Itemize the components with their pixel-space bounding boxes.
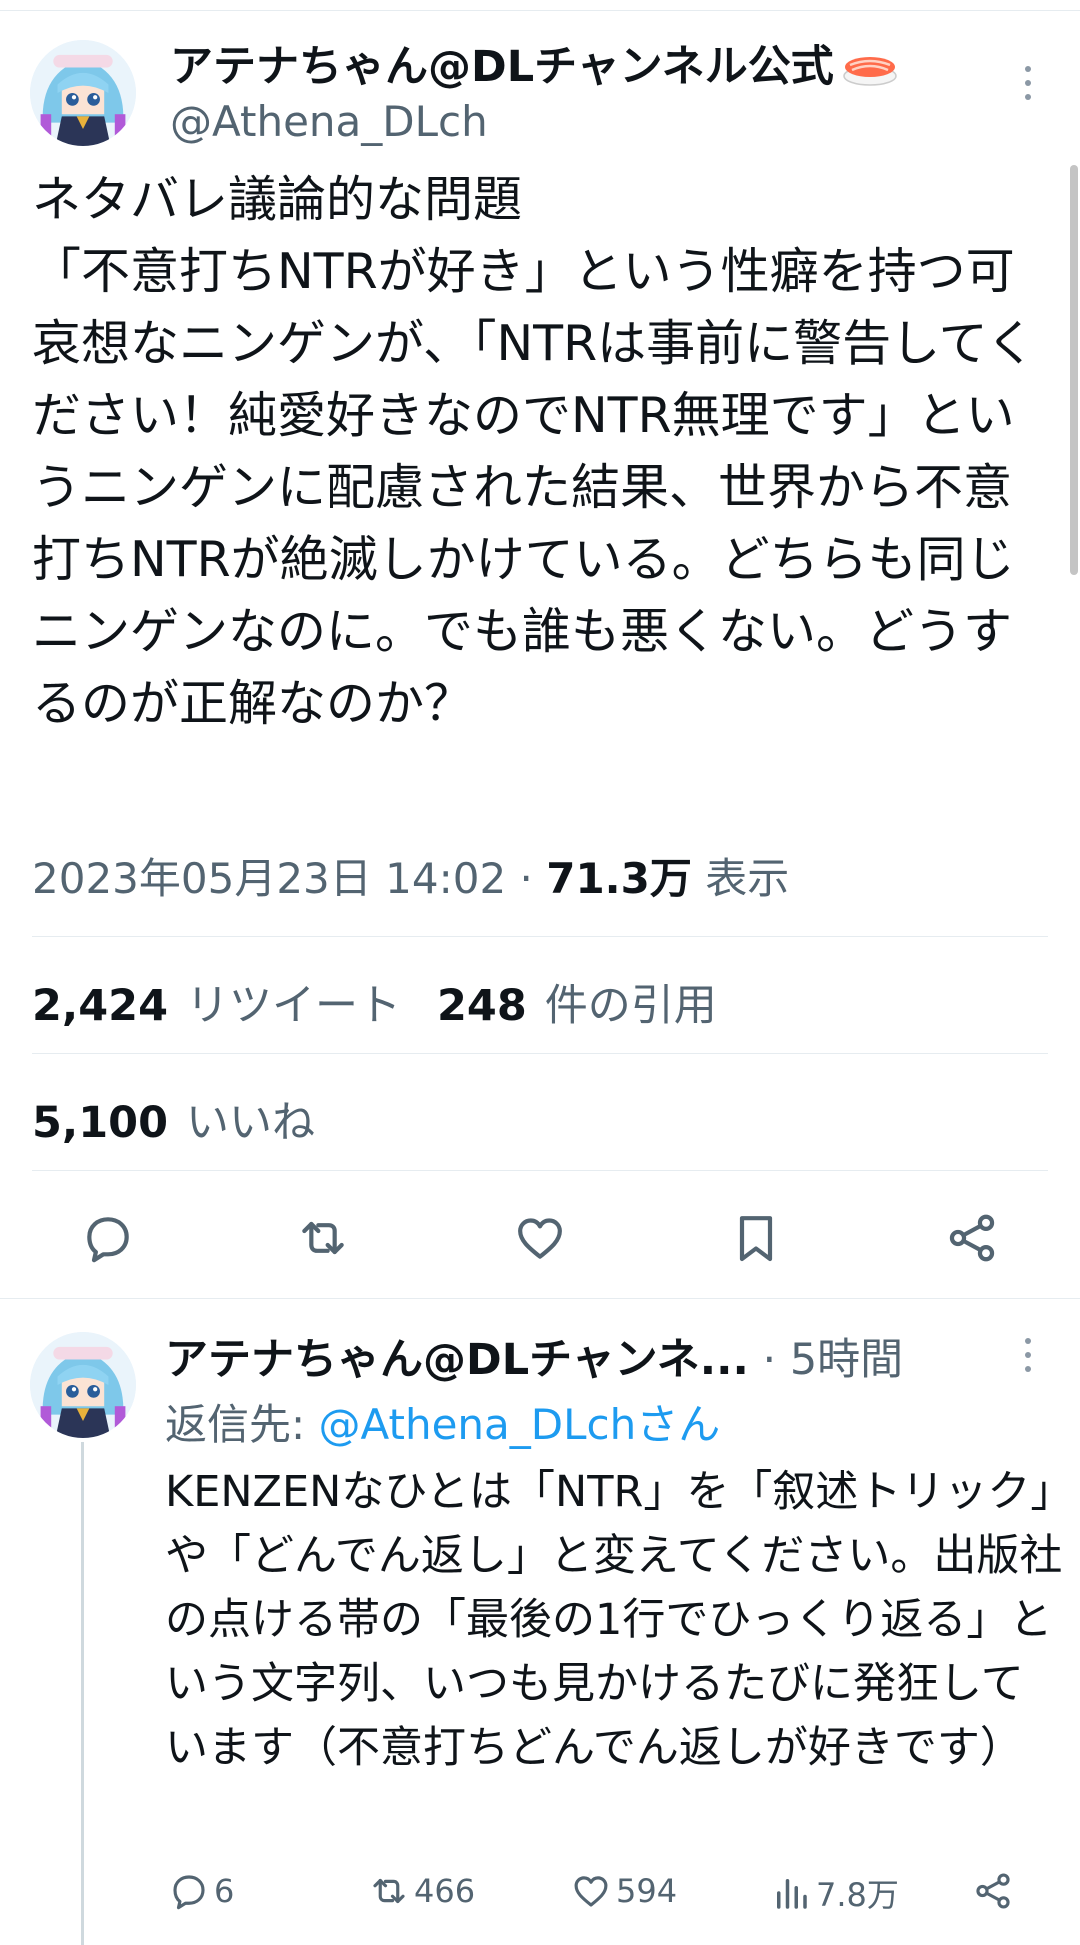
quotes-stat[interactable]: 248 件の引用: [437, 981, 717, 1031]
like-icon[interactable]: [512, 1210, 568, 1266]
author-handle[interactable]: @Athena_DLch: [170, 97, 488, 146]
retweets-count: 2,424: [32, 981, 169, 1031]
reply-likes-button[interactable]: 594: [570, 1870, 677, 1912]
reply-replies-count: 6: [214, 1872, 235, 1910]
tweet-text: ネタバレ議論的な問題 「不意打ちNTRが好き」という性癖を持つ可哀想なニンゲンが…: [32, 171, 1036, 732]
reply-timestamp[interactable]: · 5時間: [749, 1335, 903, 1385]
author-avatar[interactable]: [30, 40, 136, 146]
reply-more-options-icon[interactable]: [1018, 1338, 1038, 1372]
meta-separator: ·: [506, 854, 547, 903]
retweet-icon[interactable]: [295, 1210, 351, 1266]
retweet-icon: [373, 1878, 405, 1904]
views-icon: [777, 1879, 807, 1909]
retweets-stat[interactable]: 2,424 リツイート: [32, 981, 401, 1031]
divider: [32, 1170, 1048, 1171]
retweets-label: リツイート: [186, 981, 402, 1031]
reply-action-bar: 6 466 594 7.8万: [0, 1870, 1080, 1920]
reply-icon[interactable]: [80, 1210, 136, 1266]
reply-author-avatar[interactable]: [30, 1332, 136, 1438]
avatar-image: [30, 1332, 136, 1438]
bookmark-icon[interactable]: [728, 1210, 784, 1266]
avatar-image: [30, 40, 136, 146]
section-divider: [0, 1298, 1080, 1299]
engagement-stats: 2,424 リツイート 248 件の引用: [32, 971, 717, 1033]
scrollbar[interactable]: [1070, 165, 1078, 575]
likes-count: 5,100: [32, 1098, 169, 1148]
views-count: 71.3万: [546, 854, 692, 903]
quotes-label: 件の引用: [544, 981, 717, 1031]
divider: [32, 1053, 1048, 1054]
reply-to-line: 返信先: @Athena_DLchさん: [165, 1391, 720, 1452]
reply-icon: [173, 1875, 205, 1910]
reply-to-mention[interactable]: @Athena_DLchさん: [319, 1400, 721, 1449]
reply-share-button[interactable]: [972, 1870, 1018, 1912]
share-icon: [976, 1873, 1010, 1909]
more-options-icon[interactable]: [1018, 66, 1038, 100]
reply-author-name[interactable]: アテナちゃん@DLチャンネ...: [165, 1335, 749, 1385]
like-icon: [574, 1876, 608, 1907]
reply-replies-button[interactable]: 6: [168, 1870, 234, 1912]
reply-retweets-count: 466: [414, 1872, 476, 1910]
share-icon[interactable]: [944, 1210, 1000, 1266]
likes-label: いいね: [186, 1098, 316, 1148]
sushi-icon: [840, 43, 900, 98]
reply-to-prefix: 返信先:: [165, 1400, 319, 1449]
reply-views-count: 7.8万: [816, 1876, 899, 1914]
views-label: 表示: [705, 854, 790, 903]
reply-retweets-button[interactable]: 466: [368, 1870, 475, 1912]
top-border: [0, 10, 1080, 11]
reply-likes-count: 594: [616, 1872, 678, 1910]
likes-stat[interactable]: 5,100 いいね: [32, 1088, 315, 1150]
quotes-count: 248: [437, 981, 527, 1031]
tweet-meta: 2023年05月23日 14:02 · 71.3万 表示: [32, 845, 789, 906]
reply-views-button[interactable]: 7.8万: [770, 1870, 899, 1916]
tweet-date[interactable]: 2023年05月23日 14:02: [32, 854, 506, 903]
tweet-action-bar: [0, 1200, 1080, 1270]
divider: [32, 936, 1048, 937]
author-name-text: アテナちゃん@DLチャンネル公式: [170, 42, 834, 92]
reply-text: KENZENなひとは「NTR」を「叙述トリック」や「どんでん返し」と変えてくださ…: [165, 1467, 1063, 1773]
author-name[interactable]: アテナちゃん@DLチャンネル公式: [170, 32, 900, 98]
reply-header: アテナちゃん@DLチャンネ... · 5時間: [165, 1325, 903, 1387]
